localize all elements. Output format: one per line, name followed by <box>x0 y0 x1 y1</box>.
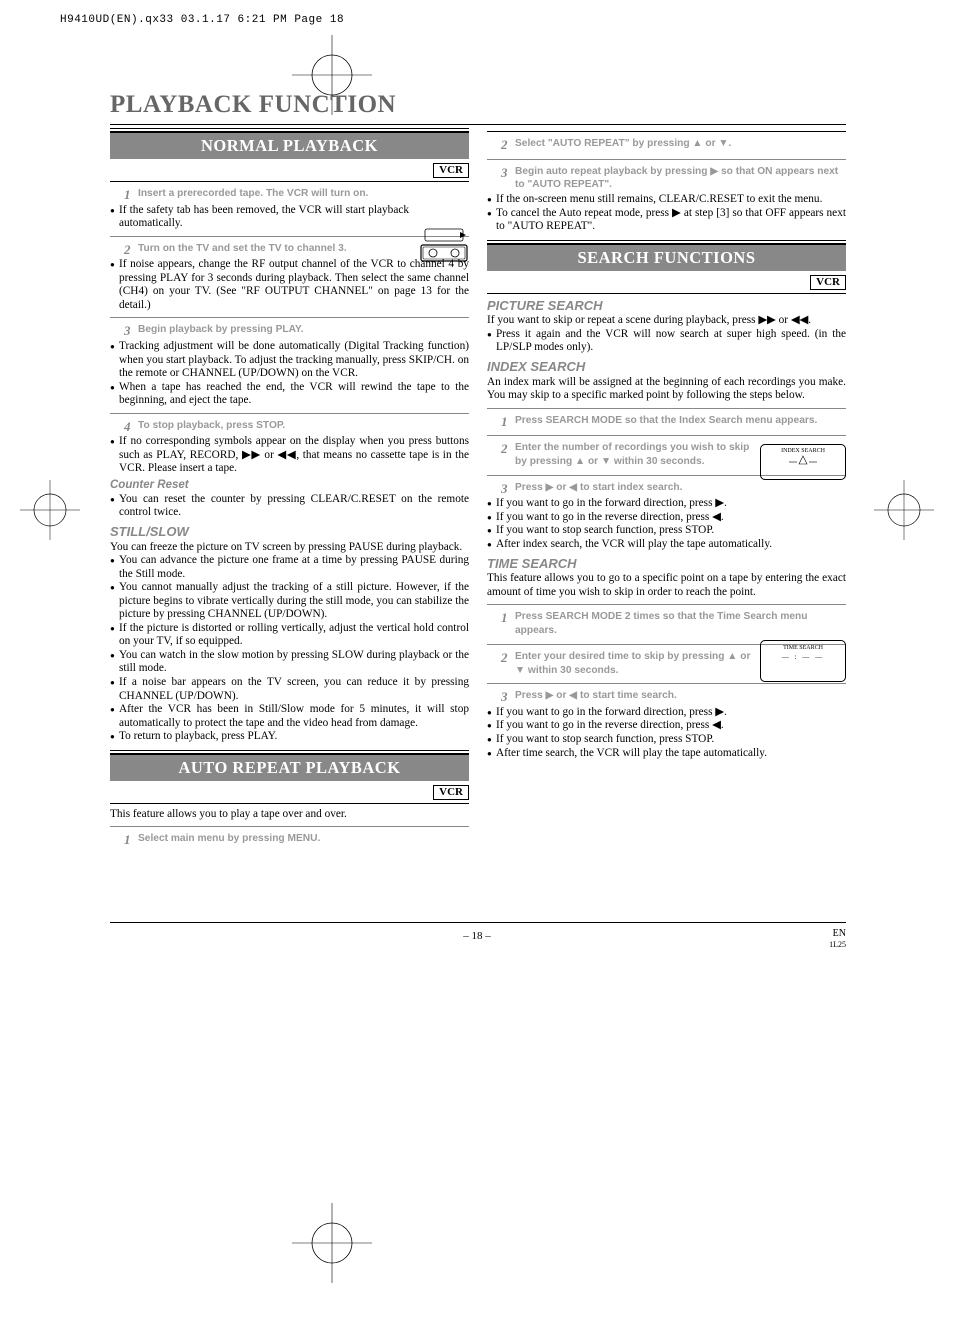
down-icon: ▼ <box>515 665 525 676</box>
section-heading-auto-repeat: AUTO REPEAT PLAYBACK <box>110 753 469 781</box>
bullet: Press it again and the VCR will now sear… <box>487 328 846 355</box>
step-time-3: 3 Press ▶ or ◀ to start time search. <box>487 688 846 706</box>
bullet: If you want to go in the forward directi… <box>487 497 846 511</box>
footer-rule <box>110 922 846 923</box>
time-search-diagram: TIME SEARCH — : — — <box>760 640 846 682</box>
up-icon: ▲ <box>692 138 702 149</box>
cassette-icon <box>419 227 469 263</box>
left-column: NORMAL PLAYBACK VCR 1 Insert a prerecord… <box>110 128 469 849</box>
play-icon: ▶ <box>672 207 681 219</box>
bullet: If the on-screen menu still remains, CLE… <box>487 193 846 207</box>
step-auto-2: 2 Select "AUTO REPEAT" by pressing ▲ or … <box>487 136 846 154</box>
picture-search-heading: PICTURE SEARCH <box>487 298 846 314</box>
rev-icon: ◀ <box>569 482 577 493</box>
up-icon: ▲ <box>727 651 737 662</box>
step-2: 2 Turn on the TV and set the TV to chann… <box>110 241 469 259</box>
section-heading-normal-playback: NORMAL PLAYBACK <box>110 131 469 159</box>
bullet: If a noise bar appears on the TV screen,… <box>110 676 469 703</box>
picture-search-intro: If you want to skip or repeat a scene du… <box>487 314 846 328</box>
index-search-intro: An index mark will be assigned at the be… <box>487 376 846 403</box>
page-title: PLAYBACK FUNCTION <box>110 90 846 125</box>
registration-mark-bottom <box>292 1203 372 1283</box>
step-index-3: 3 Press ▶ or ◀ to start index search. <box>487 480 846 498</box>
ffwd-icon: ▶▶ <box>242 449 261 461</box>
bullet: After index search, the VCR will play th… <box>487 538 846 552</box>
time-search-intro: This feature allows you to go to a speci… <box>487 572 846 599</box>
page-code: EN 1L25 <box>829 928 846 950</box>
bullet: If you want to stop search function, pre… <box>487 733 846 747</box>
step-4: 4 To stop playback, press STOP. <box>110 418 469 436</box>
rev-icon: ◀ <box>712 511 721 523</box>
bullet: When a tape has reached the end, the VCR… <box>110 381 469 408</box>
up-icon: ▲ <box>575 456 585 467</box>
step-index-1: 1 Press SEARCH MODE so that the Index Se… <box>487 413 846 431</box>
rev-icon: ◀ <box>712 719 721 731</box>
bullet: After the VCR has been in Still/Slow mod… <box>110 703 469 730</box>
bullet: To return to playback, press PLAY. <box>110 730 469 744</box>
down-icon: ▼ <box>601 456 611 467</box>
step-1: 1 Insert a prerecorded tape. The VCR wil… <box>110 186 469 204</box>
bullet: If you want to go in the reverse directi… <box>487 719 846 733</box>
rev-icon: ◀ <box>569 690 577 701</box>
counter-reset-heading: Counter Reset <box>110 479 469 493</box>
bullet: To cancel the Auto repeat mode, press ▶ … <box>487 207 846 234</box>
bullet: If noise appears, change the RF output c… <box>110 258 469 312</box>
bullet: You cannot manually adjust the tracking … <box>110 581 469 622</box>
bullet: If the safety tab has been removed, the … <box>110 204 409 231</box>
step-3: 3 Begin playback by pressing PLAY. <box>110 322 469 340</box>
bullet: Tracking adjustment will be done automat… <box>110 340 469 381</box>
section-heading-search-functions: SEARCH FUNCTIONS <box>487 243 846 271</box>
auto-repeat-intro: This feature allows you to play a tape o… <box>110 808 469 822</box>
registration-mark-right <box>874 480 934 540</box>
vcr-tag: VCR <box>433 785 469 800</box>
rew-icon: ◀◀ <box>277 449 296 461</box>
registration-mark-left <box>20 480 80 540</box>
index-search-heading: INDEX SEARCH <box>487 359 846 375</box>
vcr-tag: VCR <box>433 163 469 178</box>
still-slow-heading: STILL/SLOW <box>110 524 469 540</box>
index-search-diagram: INDEX SEARCH <box>760 444 846 480</box>
bullet: If you want to go in the forward directi… <box>487 706 846 720</box>
bullet: If you want to stop search function, pre… <box>487 524 846 538</box>
play-icon: ▶ <box>715 497 724 509</box>
bullet: After time search, the VCR will play the… <box>487 747 846 761</box>
bullet: You can advance the picture one frame at… <box>110 554 469 581</box>
content-columns: NORMAL PLAYBACK VCR 1 Insert a prerecord… <box>110 128 846 849</box>
step-auto-1: 1 Select main menu by pressing MENU. <box>110 831 469 849</box>
play-icon: ▶ <box>715 706 724 718</box>
bullet: You can reset the counter by pressing CL… <box>110 493 469 520</box>
ffwd-icon: ▶▶ <box>758 314 775 326</box>
right-column: 2 Select "AUTO REPEAT" by pressing ▲ or … <box>487 128 846 849</box>
page-number: – 18 – <box>0 930 954 943</box>
rew-icon: ◀◀ <box>791 314 808 326</box>
bullet: If you want to go in the reverse directi… <box>487 511 846 525</box>
step-time-1: 1 Press SEARCH MODE 2 times so that the … <box>487 609 846 639</box>
bullet: If the picture is distorted or rolling v… <box>110 622 469 649</box>
down-icon: ▼ <box>718 138 728 149</box>
bullet: You can watch in the slow motion by pres… <box>110 649 469 676</box>
play-icon: ▶ <box>710 166 718 177</box>
print-header: H9410UD(EN).qx33 03.1.17 6:21 PM Page 18 <box>60 14 344 27</box>
bullet: If no corresponding symbols appear on th… <box>110 435 469 476</box>
time-search-heading: TIME SEARCH <box>487 556 846 572</box>
step-auto-3: 3 Begin auto repeat playback by pressing… <box>487 164 846 194</box>
vcr-tag: VCR <box>810 275 846 290</box>
still-intro: You can freeze the picture on TV screen … <box>110 541 469 555</box>
